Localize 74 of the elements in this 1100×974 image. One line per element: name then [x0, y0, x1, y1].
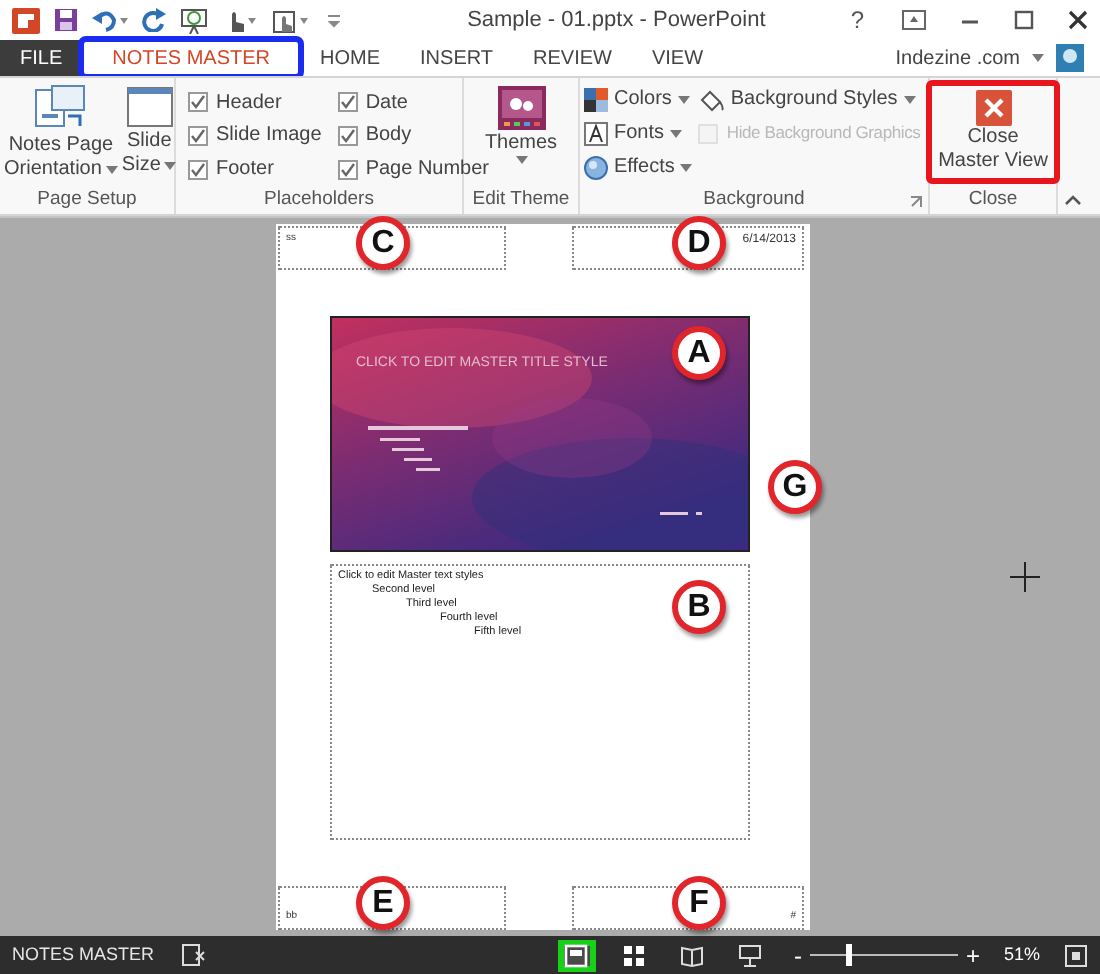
maximize-icon[interactable] [1014, 10, 1034, 30]
checkbox[interactable] [188, 125, 208, 146]
ribbon-tab[interactable]: FILE [0, 40, 83, 76]
checkbox-label: Body [365, 122, 412, 151]
avatar-icon[interactable] [1056, 44, 1084, 72]
group-label: Close [968, 186, 1018, 214]
group-label: Placeholders [264, 186, 374, 214]
notes-icon[interactable] [182, 944, 207, 966]
caret-icon [670, 129, 683, 137]
undo-icon[interactable] [92, 8, 128, 32]
redo-icon[interactable] [142, 8, 166, 32]
close-icon [975, 90, 1011, 126]
group-label: Page Setup [37, 186, 137, 214]
ribbon-display-icon[interactable] [902, 10, 926, 30]
ribbon-tab[interactable]: REVIEW [513, 40, 632, 76]
dropdown-button[interactable]: Background Styles [698, 84, 921, 114]
paint-bucket-icon [698, 87, 725, 111]
checkbox[interactable] [188, 92, 208, 113]
slide-sorter-icon [622, 943, 647, 967]
help-button[interactable]: ? [850, 2, 864, 38]
checkbox-label: Date [365, 89, 408, 118]
account-name[interactable]: Indezine .com [895, 43, 1020, 73]
checkbox[interactable] [337, 125, 358, 146]
fit-to-window-icon[interactable] [1064, 943, 1088, 967]
checkbox[interactable] [337, 92, 358, 113]
save-icon[interactable] [54, 8, 78, 32]
zoom-out-button[interactable]: - [793, 943, 802, 967]
close-master-view-button[interactable]: Close Master View [926, 80, 1060, 184]
dropdown-button[interactable]: Fonts [584, 118, 693, 148]
themes-icon [495, 84, 547, 132]
checkbox-label: Hide Background Graphics [726, 120, 921, 146]
slider-thumb[interactable] [846, 944, 853, 966]
reading-view-icon [680, 943, 705, 967]
slide-size-button[interactable]: Slide Size [121, 82, 177, 186]
effects-icon [584, 155, 608, 179]
dropdown-button[interactable]: Colors [584, 84, 693, 114]
checkbox-label: Page Number [365, 156, 490, 185]
notes-page-view-icon [564, 943, 589, 967]
ribbon-tab[interactable]: NOTES MASTER [82, 40, 301, 76]
caret-icon [680, 163, 693, 171]
group-label: Edit Theme [472, 186, 570, 214]
caret-icon [677, 95, 690, 103]
slide-size-icon [125, 82, 174, 130]
dialog-launcher-icon[interactable] [910, 196, 922, 208]
zoom-in-button[interactable]: + [965, 943, 980, 967]
checkbox-label: Slide Image [216, 122, 322, 151]
caret-icon [515, 156, 527, 164]
caret-icon [1032, 54, 1044, 62]
checkbox[interactable] [337, 159, 358, 180]
group-label: Background [703, 186, 805, 214]
caret-icon [164, 162, 177, 170]
checkbox-label: Header [216, 89, 282, 118]
window-title: Sample - 01.pptx - PowerPoint [465, 5, 768, 36]
collapse-ribbon-icon[interactable] [1064, 194, 1082, 206]
colors-icon [584, 87, 608, 111]
ribbon-tab[interactable]: INSERT [400, 40, 514, 76]
view-button[interactable] [557, 939, 596, 971]
ribbon-tab[interactable]: VIEW [631, 40, 724, 76]
themes-button[interactable]: Themes [484, 84, 558, 164]
close-icon[interactable] [1068, 10, 1088, 30]
presentation-icon[interactable] [180, 7, 208, 33]
app-icon[interactable] [12, 7, 40, 33]
view-mode-label: NOTES MASTER [12, 941, 155, 968]
checkbox-label: Footer [216, 156, 274, 185]
crosshair-cursor-icon [1010, 562, 1040, 592]
zoom-percent[interactable]: 51% [1003, 941, 1040, 969]
dropdown-button[interactable]: Effects [584, 152, 693, 182]
caret-icon [903, 95, 916, 103]
slide-show-icon [738, 943, 763, 967]
fonts-icon [584, 121, 608, 145]
checkbox[interactable] [188, 159, 208, 180]
caret-icon [105, 166, 118, 174]
ribbon-tab[interactable]: HOME [300, 40, 401, 76]
orientation-button[interactable]: Notes Page Orientation [4, 82, 118, 186]
